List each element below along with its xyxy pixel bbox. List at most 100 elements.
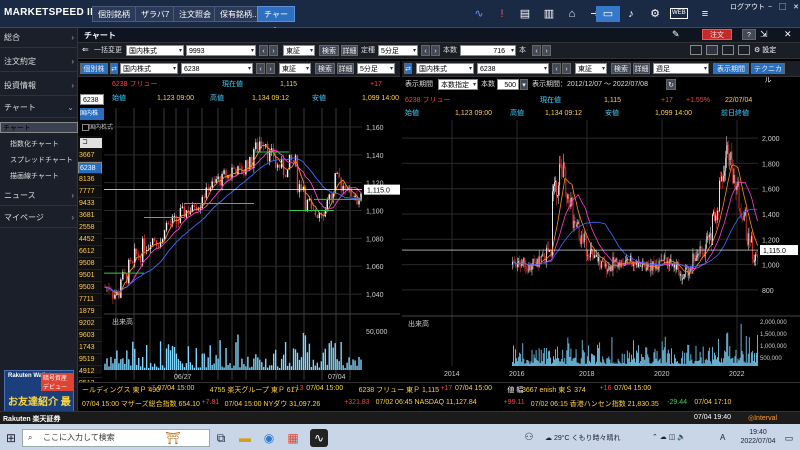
- ticker-item[interactable]: 07/04 15:00: [455, 385, 492, 392]
- watch-item[interactable]: 3667: [78, 150, 102, 162]
- tray-icons[interactable]: ⌃ ☁ ◫ 🔈: [652, 433, 686, 441]
- web-icon[interactable]: WEB: [670, 8, 688, 19]
- store-icon[interactable]: ▦: [284, 429, 302, 447]
- ticker-item[interactable]: +7: [147, 385, 155, 392]
- sidebar-item-chart[interactable]: チャート ⌄: [0, 98, 78, 118]
- weather-widget[interactable]: ☁ 29°C くもり時々晴れ: [545, 433, 621, 443]
- watch-item[interactable]: 3681: [78, 210, 102, 222]
- watch-item[interactable]: 4452: [78, 234, 102, 246]
- left-search-button[interactable]: 検索: [315, 63, 335, 74]
- ticker-item[interactable]: 値 幅: [507, 385, 523, 395]
- market-select[interactable]: 国内株式 ▾: [126, 45, 184, 56]
- link-button[interactable]: ⇄: [110, 63, 118, 74]
- ticker-item[interactable]: +16: [600, 385, 612, 392]
- menu-icon[interactable]: ≡: [696, 6, 714, 22]
- prev-button[interactable]: ‹: [259, 45, 268, 56]
- ticker-item[interactable]: 07/04 15:00: [157, 385, 194, 392]
- ticker-item[interactable]: 6238 フリュー 東Ｐ 1,115: [359, 385, 439, 395]
- arrow-left-icon[interactable]: ⇐: [82, 45, 89, 54]
- clock[interactable]: 19:40 2022/07/04: [740, 428, 776, 446]
- technical-button[interactable]: テクニカル: [751, 63, 785, 84]
- code-input[interactable]: 9993 ▾: [186, 45, 256, 56]
- help-button[interactable]: ?: [742, 29, 756, 40]
- tab-chart[interactable]: チャート: [257, 6, 295, 35]
- right-detail-button[interactable]: 詳細: [633, 63, 650, 74]
- watch-item[interactable]: 8136: [78, 174, 102, 186]
- sidebar-sub-index-chart[interactable]: 指数化チャート: [0, 138, 78, 152]
- window-controls[interactable]: − ▢ ✕: [768, 2, 799, 12]
- ticker-item[interactable]: -29.44: [667, 399, 687, 406]
- ticker-item[interactable]: 07/02 06:15 香港ハンセン指数 21,830.35: [531, 399, 659, 409]
- wave-icon[interactable]: ∿: [470, 6, 488, 22]
- people-icon[interactable]: ⚇: [520, 429, 538, 447]
- watch-item[interactable]: 7711: [78, 294, 102, 306]
- left-intraday-chart[interactable]: 1,1601,1401,1201,1001,0801,0601,0401,115…: [104, 108, 400, 380]
- ticker-item[interactable]: 07/02 06:45 NASDAQ 11,127.84: [376, 399, 477, 406]
- count-next-button[interactable]: ›: [542, 45, 551, 56]
- watch-item[interactable]: 9603: [78, 330, 102, 342]
- pen-icon[interactable]: ✎: [672, 29, 684, 41]
- sidebar-item-mypage[interactable]: マイページ ›: [0, 208, 78, 228]
- left-detail-button[interactable]: 詳細: [337, 63, 354, 74]
- right-count-input[interactable]: 500: [497, 79, 519, 90]
- sidebar-item-investment-info[interactable]: 投資情報 ›: [0, 76, 78, 96]
- layout-4-icon[interactable]: [738, 45, 750, 55]
- display-period-button[interactable]: 表示期間: [713, 63, 749, 74]
- bell-icon[interactable]: ♪: [622, 6, 640, 22]
- settings-button[interactable]: ⚙ 設定: [754, 45, 776, 55]
- count-input[interactable]: 716 ▾: [460, 45, 516, 56]
- watch-item[interactable]: 6238: [78, 162, 102, 174]
- period-select[interactable]: 5分足 ▾: [378, 45, 418, 56]
- ticker-item[interactable]: +17: [440, 385, 452, 392]
- ad-banner[interactable]: Rakuten Wallet 暗号資産デビュー お友達紹介 最大3千円: [4, 370, 74, 423]
- window-icon[interactable]: ▭: [596, 6, 620, 22]
- left-code-box[interactable]: 6238: [80, 94, 104, 105]
- tab-zaraba[interactable]: ザラバ7: [135, 6, 176, 22]
- ticker-item[interactable]: 07/04 15:00: [614, 385, 651, 392]
- left-exchange-select[interactable]: 東証 ▾: [279, 63, 311, 74]
- task-view-icon[interactable]: ⧉: [212, 429, 230, 447]
- ticker-item[interactable]: 3667 enish 東Ｓ 374: [522, 385, 586, 395]
- watch-item[interactable]: 1879: [78, 306, 102, 318]
- sidebar-sub-spread-chart[interactable]: スプレッドチャート: [0, 154, 78, 168]
- tab-order-inquiry[interactable]: 注文照会: [173, 6, 217, 22]
- edge-icon[interactable]: ◉: [260, 429, 278, 447]
- sidebar-item-news[interactable]: ニュース ›: [0, 186, 78, 206]
- left-code-input[interactable]: 6238 ▾: [181, 63, 253, 74]
- watch-item[interactable]: 9433: [78, 198, 102, 210]
- alert-icon[interactable]: !: [493, 6, 511, 22]
- left-prev-button[interactable]: ‹: [256, 63, 265, 74]
- left-period-select[interactable]: 5分足 ▾: [357, 63, 395, 74]
- watch-item[interactable]: 9508: [78, 258, 102, 270]
- search-highlight-icon[interactable]: ⛩: [164, 429, 182, 447]
- layout-1-icon[interactable]: [690, 45, 702, 55]
- ticker-item[interactable]: 07/04 15:00 マザーズ総合指数 654.10: [82, 399, 200, 409]
- left-market-select[interactable]: 国内株式 ▾: [120, 63, 178, 74]
- watch-item[interactable]: 4912: [78, 366, 102, 378]
- search-button[interactable]: 検索: [319, 45, 339, 56]
- portfolio-icon[interactable]: ▥: [540, 6, 558, 22]
- tab-individual-stock[interactable]: 個別株: [80, 63, 108, 74]
- home-icon[interactable]: ⌂: [563, 6, 581, 22]
- ticker-item[interactable]: +13: [292, 385, 304, 392]
- watch-header[interactable]: 国内株: [80, 108, 104, 120]
- refresh-button[interactable]: ↻: [666, 79, 676, 90]
- left-next-button[interactable]: ›: [266, 63, 275, 74]
- next-button[interactable]: ›: [269, 45, 278, 56]
- right-link-button[interactable]: ⇄: [404, 63, 412, 74]
- sidebar-item-overview[interactable]: 総合 ›: [0, 28, 78, 48]
- right-prev-button[interactable]: ‹: [552, 63, 561, 74]
- ticker-item[interactable]: 07/04 17:10: [694, 399, 731, 406]
- file-explorer-icon[interactable]: ▬: [236, 429, 254, 447]
- notification-icon[interactable]: ▭: [780, 429, 798, 447]
- windows-start-icon[interactable]: ⊞: [2, 429, 20, 447]
- news-icon[interactable]: ▤: [516, 6, 534, 22]
- prev-period-button[interactable]: ‹: [421, 45, 430, 56]
- right-exchange-select[interactable]: 東証 ▾: [575, 63, 607, 74]
- ticker-item[interactable]: +321.83: [344, 399, 370, 406]
- tab-individual[interactable]: 個別銘柄: [92, 6, 136, 22]
- right-market-select[interactable]: 国内株式 ▾: [416, 63, 474, 74]
- right-next-button[interactable]: ›: [562, 63, 571, 74]
- watch-item[interactable]: 9202: [78, 318, 102, 330]
- right-code-input[interactable]: 6238 ▾: [477, 63, 549, 74]
